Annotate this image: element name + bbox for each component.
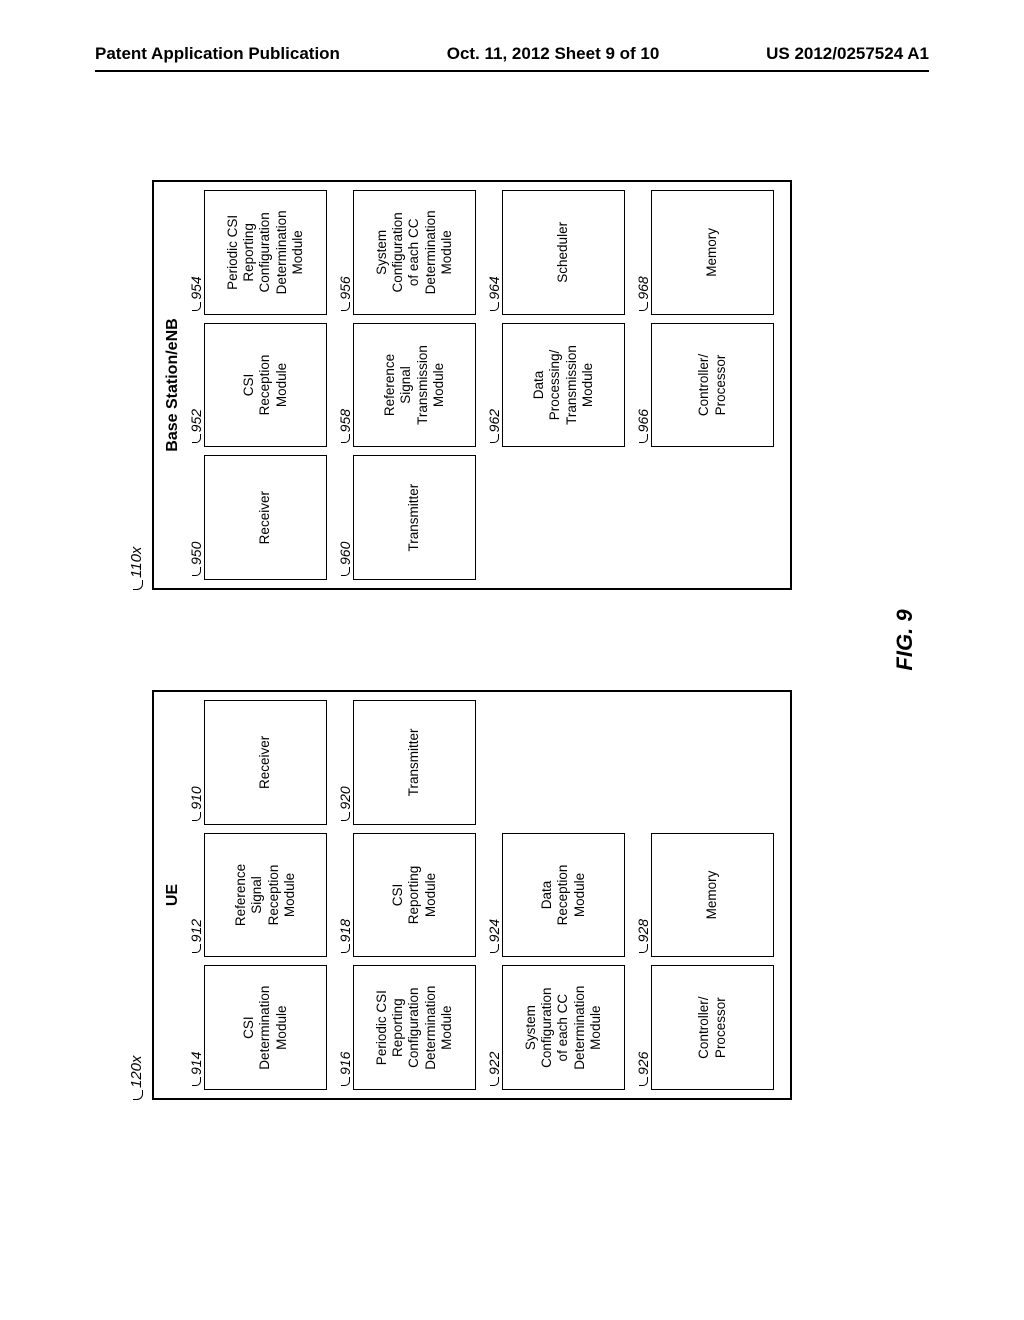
data-reception-module: DataReceptionModule bbox=[502, 833, 625, 958]
memory: Memory bbox=[651, 190, 774, 315]
module-cell: 966Controller/Processor bbox=[635, 323, 774, 448]
scheduler: Scheduler bbox=[502, 190, 625, 315]
periodic-csi-config-module: Periodic CSIReportingConfigurationDeterm… bbox=[204, 190, 327, 315]
enb-title: Base Station/eNB bbox=[164, 190, 182, 580]
module-cell: 910Receiver bbox=[188, 700, 327, 825]
csi-reporting-module: CSIReportingModule bbox=[353, 833, 476, 958]
system-config-cc-module: SystemConfigurationof each CCDeterminati… bbox=[502, 965, 625, 1090]
ref-signal-tx-module: ReferenceSignalTransmissionModule bbox=[353, 323, 476, 448]
enb-col-mid: 952CSIReceptionModule 958ReferenceSignal… bbox=[188, 323, 774, 448]
csi-determination-module: CSIDeterminationModule bbox=[204, 965, 327, 1090]
module-cell: 952CSIReceptionModule bbox=[188, 323, 327, 448]
module-cell: 916Periodic CSIReportingConfigurationDet… bbox=[337, 965, 476, 1090]
memory: Memory bbox=[651, 833, 774, 958]
ue-device: 120x UE 914CSIDeterminationModule 916Per… bbox=[152, 690, 872, 1100]
data-processing-tx-module: DataProcessing/TransmissionModule bbox=[502, 323, 625, 448]
transmitter: Transmitter bbox=[353, 455, 476, 580]
receiver: Receiver bbox=[204, 700, 327, 825]
ue-col-right: 910Receiver 920Transmitter bbox=[188, 700, 774, 825]
module-cell: 956SystemConfigurationof each CCDetermin… bbox=[337, 190, 476, 315]
enb-col-left: 950Receiver 960Transmitter bbox=[188, 455, 774, 580]
receiver: Receiver bbox=[204, 455, 327, 580]
module-cell: 950Receiver bbox=[188, 455, 327, 580]
ue-col-mid: 912ReferenceSignalReceptionModule 918CSI… bbox=[188, 833, 774, 958]
page-header: Patent Application Publication Oct. 11, … bbox=[95, 44, 929, 64]
module-cell: 960Transmitter bbox=[337, 455, 476, 580]
module-cell: 924DataReceptionModule bbox=[486, 833, 625, 958]
header-right: US 2012/0257524 A1 bbox=[766, 44, 929, 64]
figure-caption: FIG. 9 bbox=[892, 609, 918, 670]
enb-box: Base Station/eNB 950Receiver 960Transmit… bbox=[152, 180, 792, 590]
module-cell: 968Memory bbox=[635, 190, 774, 315]
module-cell: 914CSIDeterminationModule bbox=[188, 965, 327, 1090]
header-rule bbox=[95, 70, 929, 72]
header-left: Patent Application Publication bbox=[95, 44, 340, 64]
module-cell: 926Controller/Processor bbox=[635, 965, 774, 1090]
ue-title: UE bbox=[164, 700, 182, 1090]
transmitter: Transmitter bbox=[353, 700, 476, 825]
module-cell: 958ReferenceSignalTransmissionModule bbox=[337, 323, 476, 448]
ref-signal-reception-module: ReferenceSignalReceptionModule bbox=[204, 833, 327, 958]
diagram: 120x UE 914CSIDeterminationModule 916Per… bbox=[152, 150, 872, 1130]
header-center: Oct. 11, 2012 Sheet 9 of 10 bbox=[447, 44, 660, 64]
ue-ref: 120x bbox=[128, 1055, 145, 1100]
ue-box: UE 914CSIDeterminationModule 916Periodic… bbox=[152, 690, 792, 1100]
controller-processor: Controller/Processor bbox=[651, 965, 774, 1090]
enb-ref: 110x bbox=[128, 547, 145, 590]
module-cell: 912ReferenceSignalReceptionModule bbox=[188, 833, 327, 958]
periodic-csi-config-module: Periodic CSIReportingConfigurationDeterm… bbox=[353, 965, 476, 1090]
module-cell: 922SystemConfigurationof each CCDetermin… bbox=[486, 965, 625, 1090]
csi-reception-module: CSIReceptionModule bbox=[204, 323, 327, 448]
figure-content: 120x UE 914CSIDeterminationModule 916Per… bbox=[32, 238, 992, 1042]
page: Patent Application Publication Oct. 11, … bbox=[0, 0, 1024, 1320]
ue-col-left: 914CSIDeterminationModule 916Periodic CS… bbox=[188, 965, 774, 1090]
controller-processor: Controller/Processor bbox=[651, 323, 774, 448]
enb-col-right: 954Periodic CSIReportingConfigurationDet… bbox=[188, 190, 774, 315]
module-cell: 928Memory bbox=[635, 833, 774, 958]
enb-device: 110x Base Station/eNB 950Receiver 960Tra… bbox=[152, 180, 872, 590]
module-cell: 962DataProcessing/TransmissionModule bbox=[486, 323, 625, 448]
module-cell: 964Scheduler bbox=[486, 190, 625, 315]
module-cell: 920Transmitter bbox=[337, 700, 476, 825]
ue-columns: 914CSIDeterminationModule 916Periodic CS… bbox=[188, 700, 774, 1090]
enb-columns: 950Receiver 960Transmitter 952CSIRecepti… bbox=[188, 190, 774, 580]
module-cell: 954Periodic CSIReportingConfigurationDet… bbox=[188, 190, 327, 315]
module-cell: 918CSIReportingModule bbox=[337, 833, 476, 958]
system-config-cc-module: SystemConfigurationof each CCDeterminati… bbox=[353, 190, 476, 315]
